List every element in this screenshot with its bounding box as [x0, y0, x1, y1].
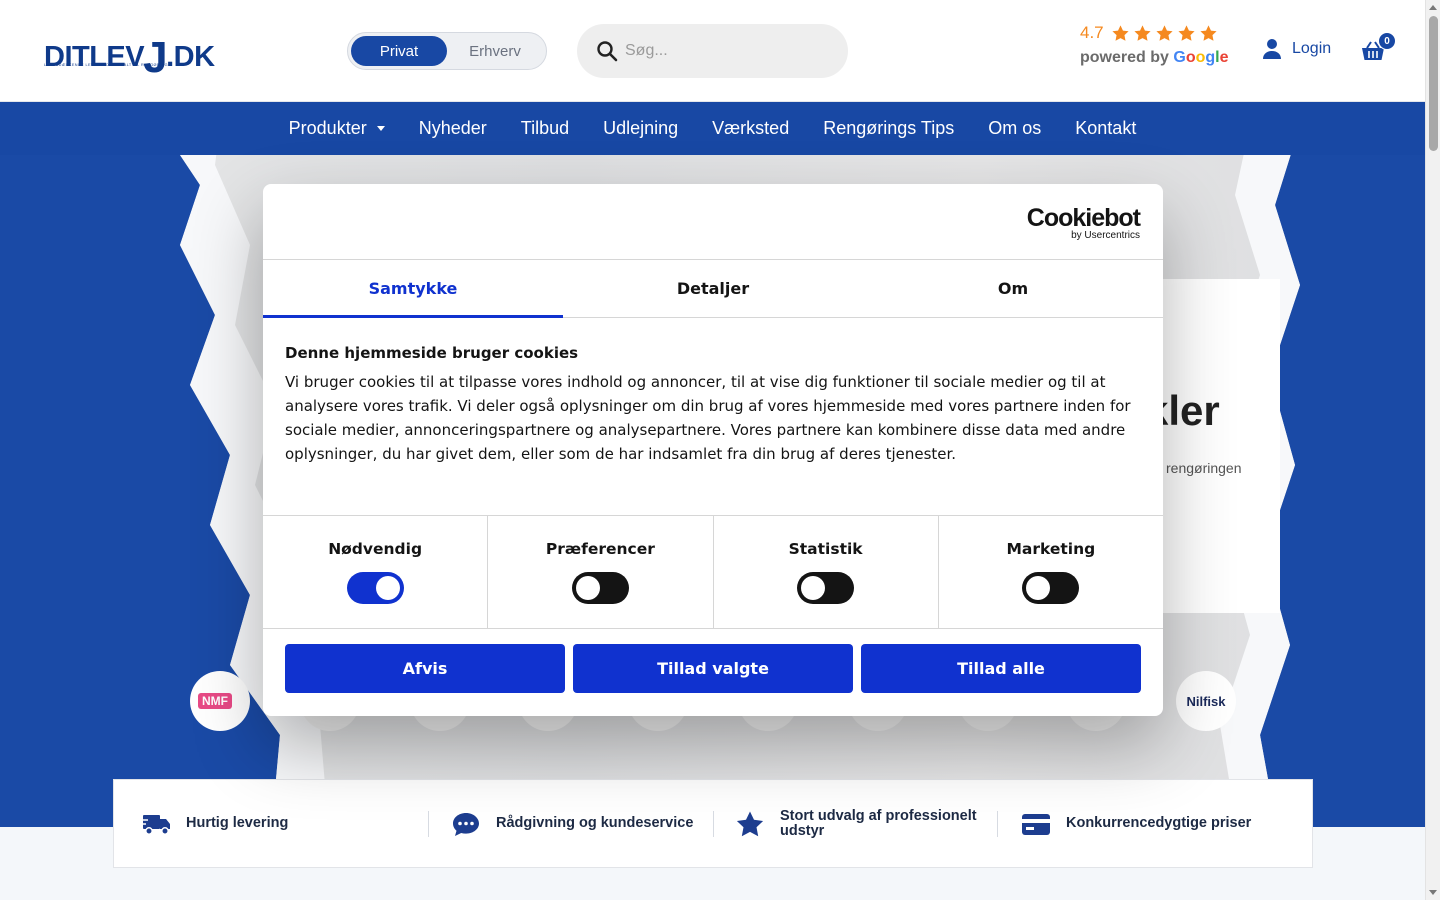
- toggle-knob: [375, 576, 400, 600]
- page-scrollbar[interactable]: [1425, 0, 1440, 900]
- dialog-heading: Denne hjemmeside bruger cookies: [285, 344, 579, 362]
- scroll-up-arrow-icon[interactable]: [1429, 5, 1437, 10]
- cookiebot-logo: Cookiebot by Usercentrics: [1026, 204, 1141, 242]
- dialog-text: Vi bruger cookies til at tilpasse vores …: [285, 373, 1131, 463]
- dialog-body: Denne hjemmeside bruger cookies Vi bruge…: [263, 318, 1163, 516]
- dialog-actions: Afvis Tillad valgte Tillad alle: [263, 629, 1163, 708]
- category-nodvendig: Nødvendig: [263, 516, 489, 628]
- decline-button[interactable]: Afvis: [285, 644, 565, 693]
- toggle-nodvendig[interactable]: [346, 572, 404, 604]
- toggle-knob: [801, 576, 826, 600]
- allow-selected-button[interactable]: Tillad valgte: [573, 644, 853, 693]
- scroll-down-arrow-icon[interactable]: [1429, 890, 1437, 895]
- category-praeferencer: Præferencer: [488, 516, 714, 628]
- category-label: Marketing: [1006, 540, 1096, 558]
- dialog-header: Cookiebot by Usercentrics: [263, 184, 1163, 260]
- cookie-consent-dialog: Cookiebot by Usercentrics Samtykke Detal…: [263, 184, 1163, 716]
- toggle-knob: [575, 576, 600, 600]
- category-label: Nødvendig: [328, 540, 423, 558]
- toggle-knob: [1026, 576, 1051, 600]
- tab-samtykke[interactable]: Samtykke: [263, 260, 563, 318]
- tab-om[interactable]: Om: [863, 260, 1163, 317]
- scrollbar-thumb[interactable]: [1429, 16, 1438, 151]
- tab-detaljer[interactable]: Detaljer: [563, 260, 863, 317]
- toggle-marketing[interactable]: [1022, 572, 1080, 604]
- toggle-praeferencer[interactable]: [571, 572, 629, 604]
- dialog-tabs: Samtykke Detaljer Om: [263, 260, 1163, 318]
- category-label: Præferencer: [545, 540, 655, 558]
- toggle-statistik[interactable]: [797, 572, 855, 604]
- allow-all-button[interactable]: Tillad alle: [861, 644, 1141, 693]
- category-label: Statistik: [788, 540, 863, 558]
- consent-categories: Nødvendig Præferencer Statistik Marketin…: [263, 516, 1163, 629]
- category-statistik: Statistik: [714, 516, 939, 628]
- category-marketing: Marketing: [939, 516, 1163, 628]
- cookie-overlay: Cookiebot by Usercentrics Samtykke Detal…: [0, 0, 1425, 900]
